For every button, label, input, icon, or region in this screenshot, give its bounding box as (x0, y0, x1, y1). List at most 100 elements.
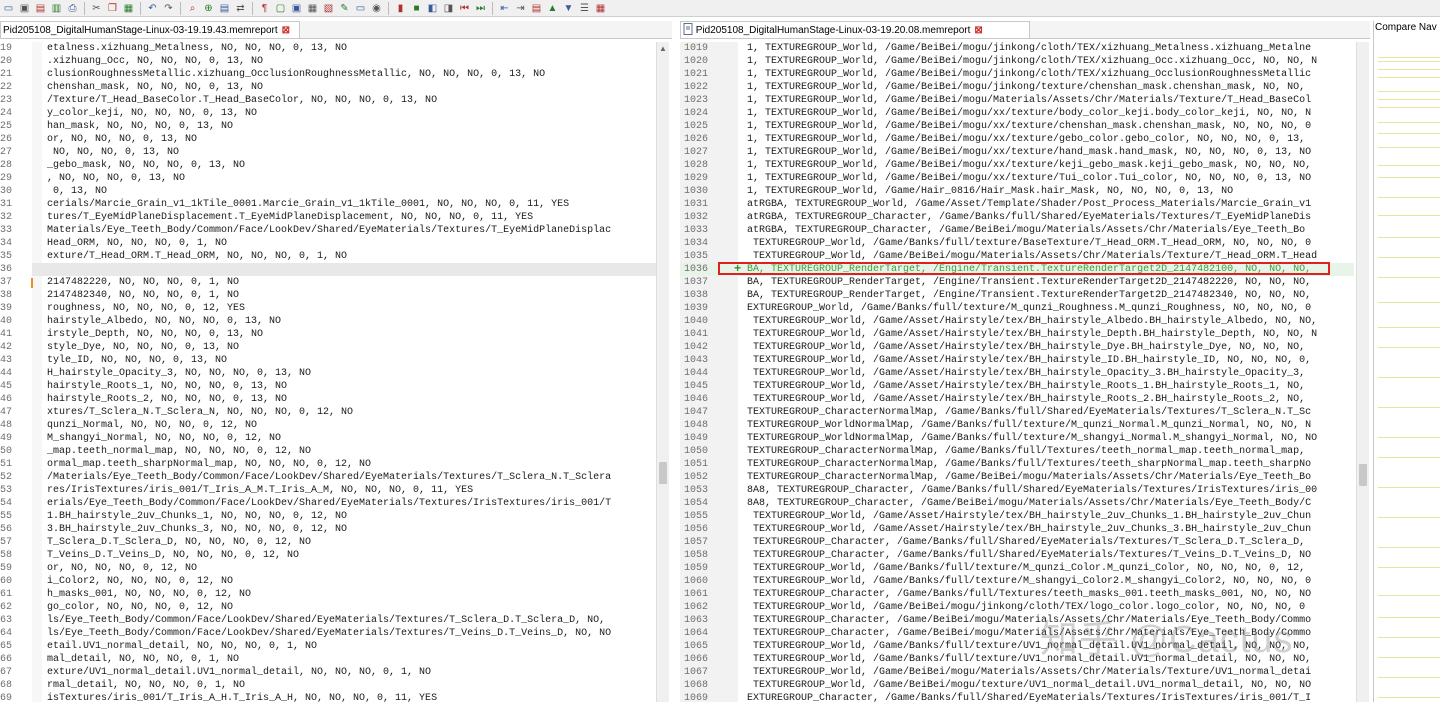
right-code-line[interactable]: 1057 TEXTUREGROUP_Character, /Game/Banks… (680, 536, 1354, 549)
right-code-line[interactable]: 1060 TEXTUREGROUP_World, /Game/Banks/ful… (680, 575, 1354, 588)
right-scroll-thumb[interactable] (1359, 464, 1367, 486)
left-code-line[interactable]: 40 hairstyle_Albedo, NO, NO, NO, 0, 13, N… (0, 315, 660, 328)
right-code-line[interactable]: 1053 8A8, TEXTUREGROUP_Character, /Game/B… (680, 484, 1354, 497)
tab-left-file[interactable]: Pid205108_DigitalHumanStage-Linux-03-19.… (0, 21, 300, 38)
left-code-line[interactable]: 65 etail.UV1_normal_detail, NO, NO, NO, 0… (0, 640, 660, 653)
left-code-line[interactable]: 26 or, NO, NO, NO, 0, 13, NO (0, 133, 660, 146)
new-icon[interactable]: ▭ (2, 2, 15, 15)
find-icon[interactable]: ⌕ (186, 2, 199, 15)
whitespace-icon[interactable]: ¶ (258, 2, 271, 15)
right-code-line[interactable]: 1051 TEXTUREGROUP_CharacterNormalMap, /Ga… (680, 458, 1354, 471)
right-code-line[interactable]: 1047 TEXTUREGROUP_CharacterNormalMap, /Ga… (680, 406, 1354, 419)
paste-icon[interactable]: ▦ (122, 2, 135, 15)
left-code-line[interactable]: 37 2147482220, NO, NO, NO, 0, 1, NO (0, 276, 660, 289)
left-code-line[interactable]: 25 han_mask, NO, NO, NO, 0, 13, NO (0, 120, 660, 133)
left-code-line[interactable]: 43 tyle_ID, NO, NO, NO, 0, 13, NO (0, 354, 660, 367)
left-code-line[interactable]: 21 clusionRoughnessMetallic.xizhuang_Occl… (0, 68, 660, 81)
right-code-line[interactable]: 1032 atRGBA, TEXTUREGROUP_Character, /Gam… (680, 211, 1354, 224)
left-code-line[interactable]: 29 , NO, NO, NO, 0, 13, NO (0, 172, 660, 185)
left-code-line[interactable]: 38 2147482340, NO, NO, NO, 0, 1, NO (0, 289, 660, 302)
right-code-line[interactable]: 1031 atRGBA, TEXTUREGROUP_World, /Game/As… (680, 198, 1354, 211)
left-code-line[interactable]: 22 chenshan_mask, NO, NO, NO, 0, 13, NO (0, 81, 660, 94)
left-code-line[interactable]: 19 etalness.xizhuang_Metalness, NO, NO, N… (0, 42, 660, 55)
right-code-line[interactable]: 1020 1, TEXTUREGROUP_World, /Game/BeiBei/… (680, 55, 1354, 68)
left-code-line[interactable]: 51 ormal_map.teeth_sharpNormal_map, NO, N… (0, 458, 660, 471)
right-code-line[interactable]: 1040 TEXTUREGROUP_World, /Game/Asset/Hai… (680, 315, 1354, 328)
up-icon[interactable]: ▲ (546, 2, 559, 15)
first-icon[interactable]: ⏮ (458, 2, 471, 15)
folder-icon[interactable]: ▢ (274, 2, 287, 15)
left-code-line[interactable]: 45 hairstyle_Roots_1, NO, NO, NO, 0, 13, … (0, 380, 660, 393)
right-code-line[interactable]: 1037 BA, TEXTUREGROUP_RenderTarget, /Engi… (680, 276, 1354, 289)
right-code-line[interactable]: 1046 TEXTUREGROUP_World, /Game/Asset/Hai… (680, 393, 1354, 406)
left-code-line[interactable]: 49 M_shangyi_Normal, NO, NO, NO, 0, 12, N… (0, 432, 660, 445)
sync-icon[interactable]: ⇄ (234, 2, 247, 15)
report-icon[interactable]: ▦ (306, 2, 319, 15)
left-code-line[interactable]: 31 cerials/Marcie_Grain_v1_1kTile_0001.Ma… (0, 198, 660, 211)
cut-icon[interactable]: ✂ (90, 2, 103, 15)
last-icon[interactable]: ⏭ (474, 2, 487, 15)
left-code-line[interactable]: 66 mal_detail, NO, NO, NO, 0, 1, NO (0, 653, 660, 666)
right-code-line[interactable]: 1034 TEXTUREGROUP_World, /Game/Banks/ful… (680, 237, 1354, 250)
right-editor-pane[interactable]: 1019 1, TEXTUREGROUP_World, /Game/BeiBei/… (680, 42, 1354, 702)
right-code-line[interactable]: 1042 TEXTUREGROUP_World, /Game/Asset/Hai… (680, 341, 1354, 354)
save-all-icon[interactable]: ▤ (34, 2, 47, 15)
left-code-line[interactable]: 67 exture/UV1_normal_detail.UV1_normal_de… (0, 666, 660, 679)
left-code-line[interactable]: 57 T_Sclera_D.T_Sclera_D, NO, NO, NO, 0, … (0, 536, 660, 549)
left-code-line[interactable]: 36 (0, 263, 660, 276)
view-icon[interactable]: ▤ (530, 2, 543, 15)
left-code-line[interactable]: 42 style_Dye, NO, NO, NO, 0, 13, NO (0, 341, 660, 354)
right-scrollbar[interactable] (1356, 42, 1369, 702)
left-code-line[interactable]: 30 0, 13, NO (0, 185, 660, 198)
left-code-line[interactable]: 62 go_color, NO, NO, NO, 0, 12, NO (0, 601, 660, 614)
left-scrollbar[interactable]: ▲ (656, 42, 669, 702)
filter-icon[interactable]: ☰ (578, 2, 591, 15)
right-code-line[interactable]: 1055 TEXTUREGROUP_World, /Game/Asset/Hai… (680, 510, 1354, 523)
left-code-line[interactable]: 53 res/IrisTextures/iris_001/T_Iris_A_M.T… (0, 484, 660, 497)
bookmark-icon[interactable]: ▮ (394, 2, 407, 15)
eye-icon[interactable]: ◉ (370, 2, 383, 15)
clipboard-icon[interactable]: ▧ (322, 2, 335, 15)
right-code-line[interactable]: 1026 1, TEXTUREGROUP_World, /Game/BeiBei/… (680, 133, 1354, 146)
print-preview-icon[interactable]: ▥ (50, 2, 63, 15)
right-code-line[interactable]: 1027 1, TEXTUREGROUP_World, /Game/BeiBei/… (680, 146, 1354, 159)
left-code-line[interactable]: 47 xtures/T_Sclera_N.T_Sclera_N, NO, NO, … (0, 406, 660, 419)
left-editor-pane[interactable]: 19 etalness.xizhuang_Metalness, NO, NO, N… (0, 42, 660, 702)
layout-icon[interactable]: ▦ (594, 2, 607, 15)
right-code-line-highlighted[interactable]: 1036 BA, TEXTUREGROUP_RenderTarget, /Engi… (680, 262, 1354, 276)
copy-icon[interactable]: ❐ (106, 2, 119, 15)
left-code-line[interactable]: 44 H_hairstyle_Opacity_3, NO, NO, NO, 0, … (0, 367, 660, 380)
compare-navigator-panel[interactable]: Compare Nav (1373, 21, 1440, 702)
redo-icon[interactable]: ↷ (162, 2, 175, 15)
right-code-line[interactable]: 1050 TEXTUREGROUP_CharacterNormalMap, /Ga… (680, 445, 1354, 458)
left-code-line[interactable]: 41 irstyle_Depth, NO, NO, NO, 0, 13, NO (0, 328, 660, 341)
stop-icon[interactable]: ■ (410, 2, 423, 15)
left-scroll-thumb[interactable] (659, 462, 667, 484)
left-code-line[interactable]: 60 i_Color2, NO, NO, NO, 0, 12, NO (0, 575, 660, 588)
left-code-line[interactable]: 33 Materials/Eye_Teeth_Body/Common/Face/L… (0, 224, 660, 237)
left-code-line[interactable]: 28 _gebo_mask, NO, NO, NO, 0, 13, NO (0, 159, 660, 172)
right-code-line[interactable]: 1043 TEXTUREGROUP_World, /Game/Asset/Hai… (680, 354, 1354, 367)
left-code-line[interactable]: 56 3.BH_hairstyle_2uv_Chunks_3, NO, NO, N… (0, 523, 660, 536)
left-code-line[interactable]: 69 isTextures/iris_001/T_Iris_A_H.T_Iris_… (0, 692, 660, 702)
right-code-line[interactable]: 1048 TEXTUREGROUP_WorldNormalMap, /Game/B… (680, 419, 1354, 432)
options-icon[interactable]: ▣ (290, 2, 303, 15)
right-code-line[interactable]: 1045 TEXTUREGROUP_World, /Game/Asset/Hai… (680, 380, 1354, 393)
right-code-line[interactable]: 1023 1, TEXTUREGROUP_World, /Game/BeiBei/… (680, 94, 1354, 107)
right-code-line[interactable]: 1033 atRGBA, TEXTUREGROUP_Character, /Gam… (680, 224, 1354, 237)
left-code-line[interactable]: 23/Texture/T_Head_BaseColor.T_Head_BaseC… (0, 94, 660, 107)
right-code-line[interactable]: 1022 1, TEXTUREGROUP_World, /Game/BeiBei/… (680, 81, 1354, 94)
right-code-line[interactable]: 1054 8A8, TEXTUREGROUP_Character, /Game/B… (680, 497, 1354, 510)
left-code-line[interactable]: 50 _map.teeth_normal_map, NO, NO, NO, 0, … (0, 445, 660, 458)
compare-icon[interactable]: ▤ (218, 2, 231, 15)
left-code-line[interactable]: 54 erials/Eye_Teeth_Body/Common/Face/Look… (0, 497, 660, 510)
right-code-line[interactable]: 1044 TEXTUREGROUP_World, /Game/Asset/Hai… (680, 367, 1354, 380)
right-code-line[interactable]: 1030 1, TEXTUREGROUP_World, /Game/Hair_08… (680, 185, 1354, 198)
save-icon[interactable]: ▣ (18, 2, 31, 15)
left-code-line[interactable]: 20 .xizhuang_Occ, NO, NO, NO, 0, 13, NO (0, 55, 660, 68)
left-code-line[interactable]: 27 NO, NO, NO, 0, 13, NO (0, 146, 660, 159)
merge-left-icon[interactable]: ⇤ (498, 2, 511, 15)
left-code-line[interactable]: 55 1.BH_hairstyle_2uv_Chunks_1, NO, NO, N… (0, 510, 660, 523)
left-code-line[interactable]: 52/Materials/Eye_Teeth_Body/Common/Face/… (0, 471, 660, 484)
left-code-line[interactable]: 59 or, NO, NO, NO, 0, 12, NO (0, 562, 660, 575)
